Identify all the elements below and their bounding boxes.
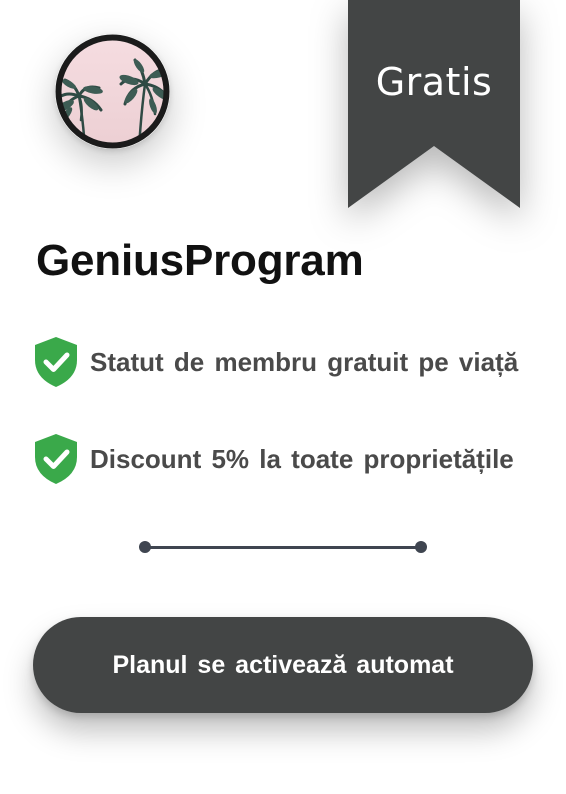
shield-check-icon — [34, 433, 78, 485]
feature-list: Statut de membru gratuit pe viață Discou… — [34, 336, 554, 530]
plan-title: GeniusProgram — [36, 236, 364, 285]
activate-plan-button[interactable]: Planul se activează automat — [33, 617, 533, 713]
avatar — [55, 34, 170, 149]
feature-text: Statut de membru gratuit pe viață — [90, 346, 519, 377]
plan-card: Gratis GeniusProgram Statut de membru gr… — [0, 0, 566, 794]
feature-item: Statut de membru gratuit pe viață — [34, 336, 554, 388]
slider-start-dot — [139, 541, 151, 553]
free-ribbon-badge: Gratis — [348, 0, 520, 208]
progress-slider — [139, 540, 427, 554]
palm-trees-photo — [55, 34, 170, 149]
feature-text: Discount 5% la toate proprietățile — [90, 443, 514, 474]
slider-track — [145, 546, 421, 549]
ribbon-label: Gratis — [375, 60, 493, 104]
slider-end-dot — [415, 541, 427, 553]
feature-item: Discount 5% la toate proprietățile — [34, 433, 554, 485]
shield-check-icon — [34, 336, 78, 388]
ribbon-shape — [348, 0, 520, 208]
